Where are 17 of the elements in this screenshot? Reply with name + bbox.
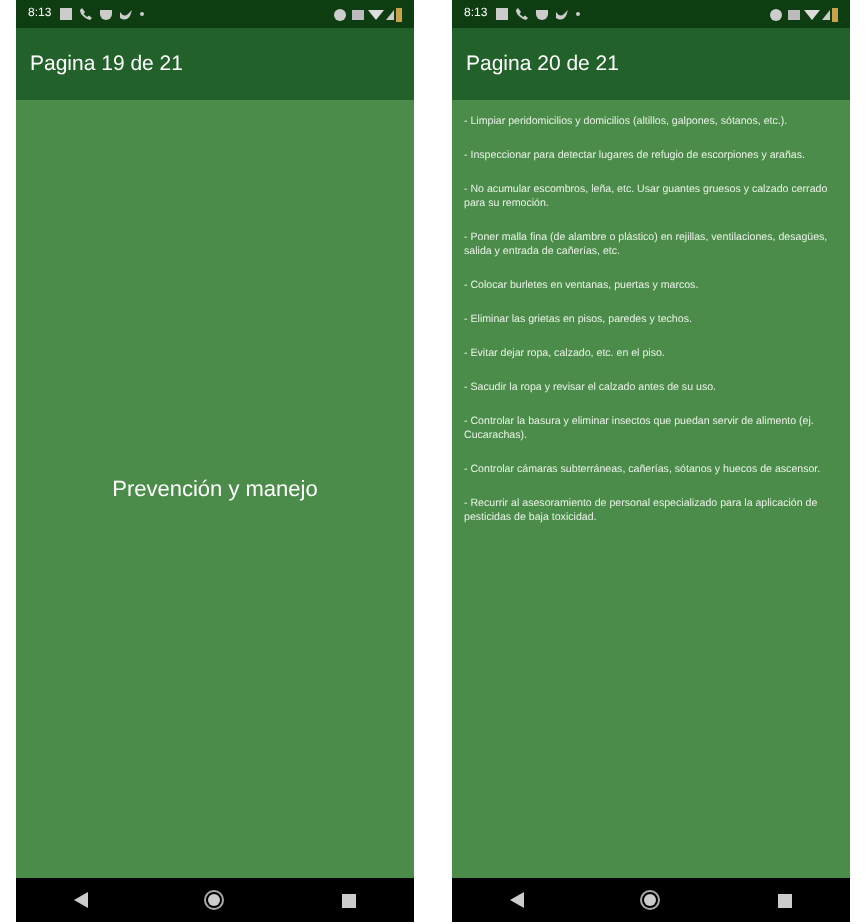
recents-icon[interactable] (341, 893, 356, 907)
back-icon[interactable] (74, 892, 89, 908)
status-icons-drawing (334, 7, 402, 21)
image-icon (495, 8, 508, 20)
back-icon[interactable] (510, 892, 525, 908)
cup-icon (99, 8, 112, 20)
cup-icon (535, 8, 548, 20)
status-icons-drawing (770, 7, 838, 21)
page-heading: Prevención y manejo (112, 477, 318, 501)
page-title: Pagina 20 de 21 (466, 52, 619, 76)
recents-icon[interactable] (777, 893, 792, 907)
page-title: Pagina 19 de 21 (30, 52, 183, 76)
home-icon[interactable] (204, 890, 225, 910)
home-icon[interactable] (640, 890, 661, 910)
phone-icon (515, 8, 528, 20)
image-icon (59, 8, 72, 20)
phone-icon (79, 8, 92, 20)
